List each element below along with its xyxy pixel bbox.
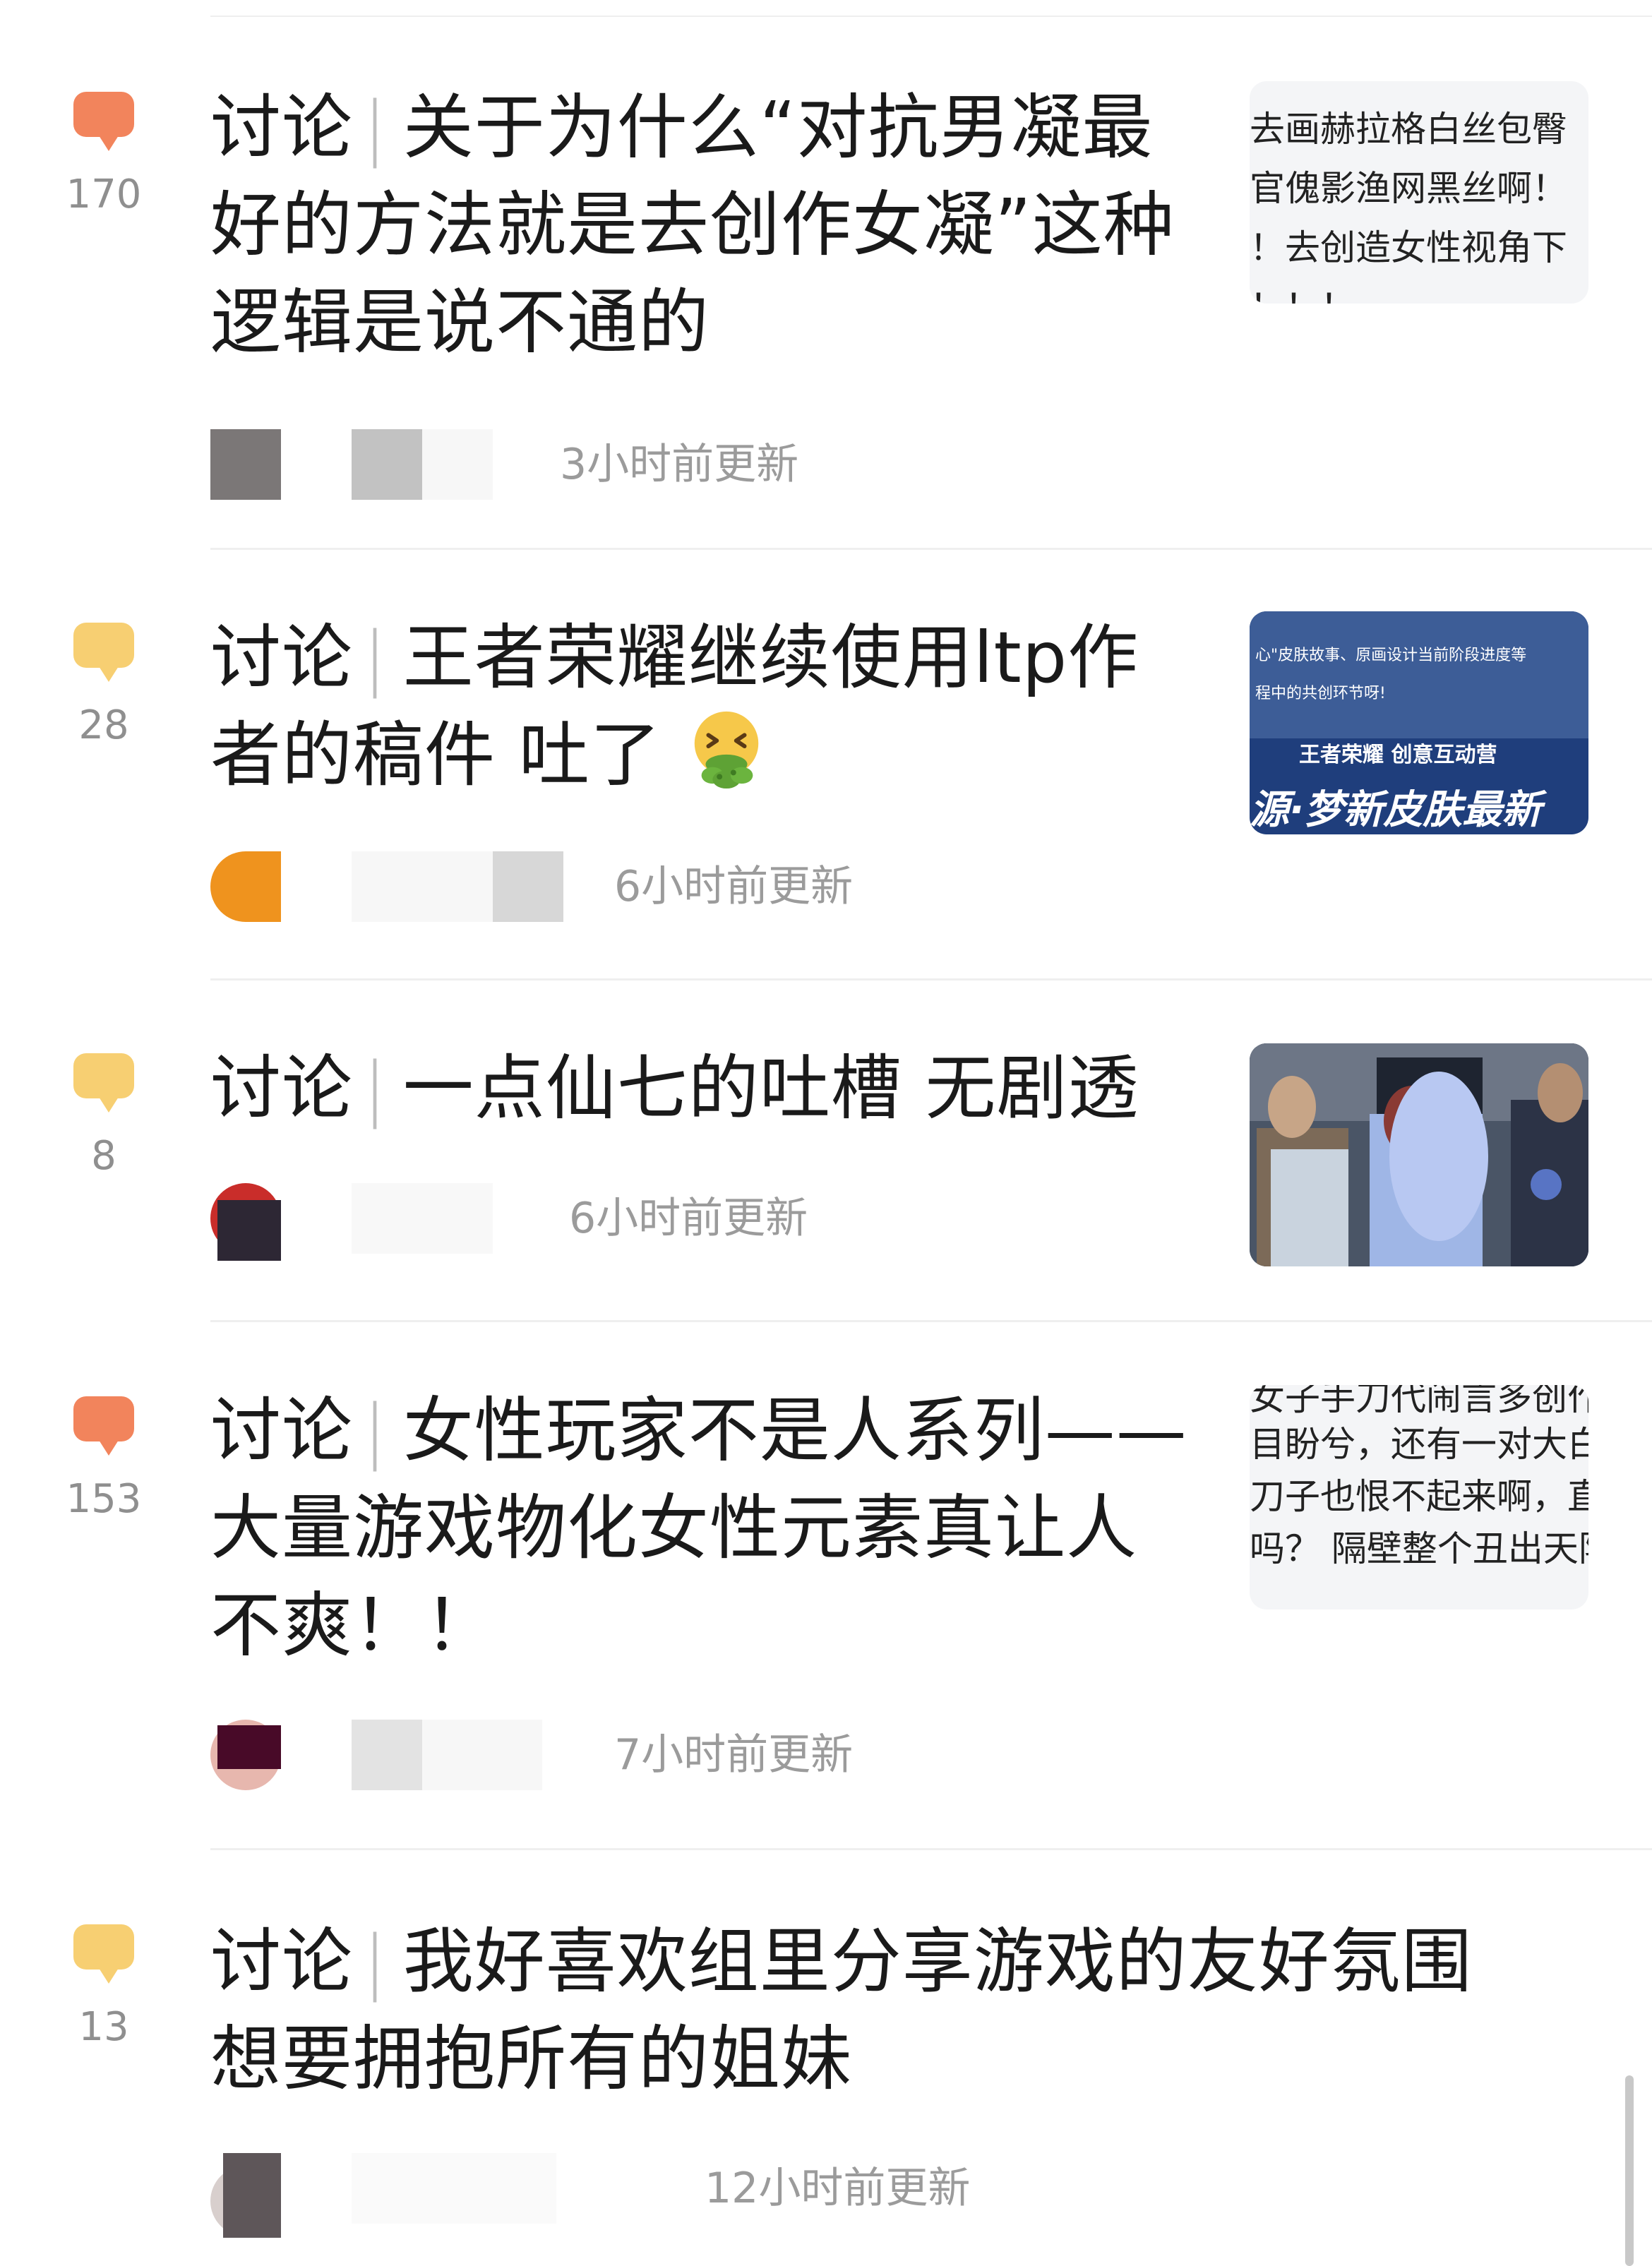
avatar[interactable]: [210, 1183, 281, 1261]
comment-count: 153: [65, 1396, 143, 1519]
category-label: 讨论: [210, 616, 353, 699]
avatar[interactable]: [210, 851, 281, 922]
post-thumbnail[interactable]: 心"皮肤故事、原画设计当前阶段进度等 程中的共创环节呀! 王者荣耀 创意互动营 …: [1250, 611, 1588, 834]
post-thumbnail[interactable]: 女子手刀代闹言多创作 目盼兮，还有一对大白 刀子也恨不起来啊，直 吗？ 隔壁整个…: [1250, 1385, 1588, 1609]
username-blurred: [352, 1720, 422, 1790]
post-title[interactable]: 讨论 | 一点仙七的吐槽 无剧透: [210, 1040, 1206, 1137]
post-divider: [210, 548, 1652, 550]
category-label: 讨论: [210, 1389, 353, 1472]
update-time: 7小时前更新: [614, 1730, 854, 1780]
username-blurred: [352, 851, 493, 922]
post-meta: 12小时前更新: [210, 2153, 1269, 2238]
update-time: 12小时前更新: [705, 2164, 971, 2213]
avatar[interactable]: [210, 429, 281, 500]
scrollbar[interactable]: [1625, 2075, 1634, 2266]
comment-bubble-icon: [73, 1396, 134, 1456]
post-meta: 6小时前更新: [210, 851, 1269, 922]
post-title[interactable]: 讨论 | 女性玩家不是人系列——大量游戏物化女性元素真让人不爽！！: [210, 1382, 1206, 1674]
post-title[interactable]: 讨论 | 王者荣耀继续使用ltp作者的稿件 吐了: [210, 609, 1206, 804]
username-blurred: [352, 1183, 493, 1254]
vomiting-face-icon: [694, 711, 758, 789]
comment-count: 13: [65, 1924, 143, 2047]
comment-bubble-icon: [73, 1924, 134, 1984]
post-thumbnail[interactable]: [1250, 1043, 1588, 1266]
post-divider: [210, 1320, 1652, 1322]
category-label: 讨论: [210, 86, 353, 169]
post-title[interactable]: 讨论 | 我好喜欢组里分享游戏的友好氛围想要拥抱所有的姐妹: [210, 1913, 1538, 2108]
comment-bubble-icon: [73, 1053, 134, 1113]
top-divider: [210, 16, 1652, 17]
post-meta: 7小时前更新: [210, 1720, 1269, 1790]
avatar[interactable]: [210, 2153, 281, 2238]
post-title-text: 女性玩家不是人系列——大量游戏物化女性元素真让人不爽！！: [210, 1389, 1187, 1667]
post-meta: 6小时前更新: [210, 1183, 1269, 1261]
post-divider: [210, 1848, 1652, 1850]
update-time: 6小时前更新: [614, 862, 854, 911]
post-divider: [210, 978, 1652, 981]
comment-count: 28: [65, 623, 143, 745]
avatar[interactable]: [210, 1720, 281, 1790]
comment-count: 8: [65, 1053, 143, 1176]
post-title-text: 关于为什么“对抗男凝最好的方法就是去创作女凝”这种逻辑是说不通的: [210, 86, 1175, 364]
post-title-text: 一点仙七的吐槽 无剧透: [402, 1047, 1139, 1129]
comment-bubble-icon: [73, 623, 134, 682]
update-time: 3小时前更新: [560, 440, 799, 489]
username-blurred: [352, 2153, 556, 2224]
update-time: 6小时前更新: [569, 1194, 808, 1243]
post-meta: 3小时前更新: [210, 429, 1269, 500]
game-scene-image: [1250, 1043, 1588, 1266]
comment-bubble-icon: [73, 92, 134, 151]
post-title[interactable]: 讨论 | 关于为什么“对抗男凝最好的方法就是去创作女凝”这种逻辑是说不通的: [210, 79, 1206, 371]
username-blurred: [352, 429, 422, 500]
post-title-text: 我好喜欢组里分享游戏的友好氛围想要拥抱所有的姐妹: [210, 1920, 1473, 2100]
category-label: 讨论: [210, 1920, 353, 2003]
comment-count: 170: [65, 92, 143, 215]
category-label: 讨论: [210, 1047, 353, 1129]
post-thumbnail[interactable]: 去画赫拉格白丝包臀 官傀影渔网黑丝啊！ ！去创造女性视角下 ！！！: [1250, 81, 1588, 304]
